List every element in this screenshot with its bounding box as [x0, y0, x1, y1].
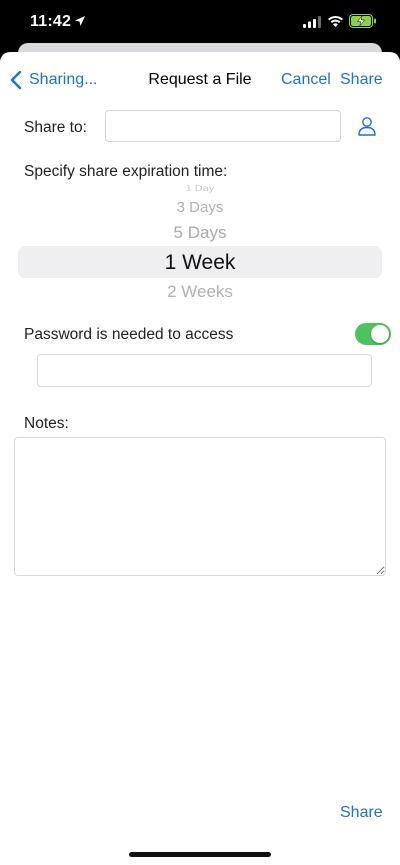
share-button[interactable]: Share — [340, 71, 383, 89]
picker-option[interactable]: 2 Weeks — [0, 282, 400, 302]
notes-textarea[interactable] — [14, 437, 386, 576]
picker-option[interactable]: 3 Days — [0, 199, 400, 216]
request-file-sheet: Sharing... Request a File Cancel Share S… — [0, 52, 400, 865]
battery-charging-icon — [349, 14, 376, 28]
home-indicator — [129, 852, 271, 857]
notes-label: Notes: — [24, 415, 69, 432]
picker-option-selected[interactable]: 1 Week — [0, 251, 400, 275]
wifi-icon — [328, 15, 343, 27]
navigation-bar: Sharing... Request a File Cancel Share — [0, 52, 400, 104]
password-required-toggle[interactable] — [355, 323, 391, 345]
status-time: 11:42 — [30, 13, 72, 30]
picker-option[interactable]: 5 Days — [0, 223, 400, 243]
chevron-left-icon — [10, 70, 22, 90]
back-button-label: Sharing... — [29, 71, 98, 88]
toggle-knob — [371, 325, 389, 343]
picker-option[interactable]: 1 Day — [0, 185, 400, 194]
password-field[interactable] — [37, 354, 372, 387]
bottom-share-button[interactable]: Share — [340, 804, 383, 822]
contact-person-icon[interactable] — [356, 115, 378, 137]
expiration-label: Specify share expiration time: — [24, 163, 228, 180]
page-title: Request a File — [148, 71, 252, 88]
cellular-signal-icon — [303, 16, 321, 28]
location-arrow-icon — [75, 16, 85, 26]
share-to-label: Share to: — [24, 119, 87, 136]
expiration-picker[interactable]: 1 Day 3 Days 5 Days 1 Week 2 Weeks — [0, 180, 400, 308]
status-bar: 11:42 — [0, 0, 400, 44]
password-required-label: Password is needed to access — [24, 326, 234, 343]
back-button[interactable]: Sharing... — [10, 68, 97, 92]
cancel-button[interactable]: Cancel — [281, 71, 331, 89]
share-to-input[interactable] — [105, 110, 341, 142]
